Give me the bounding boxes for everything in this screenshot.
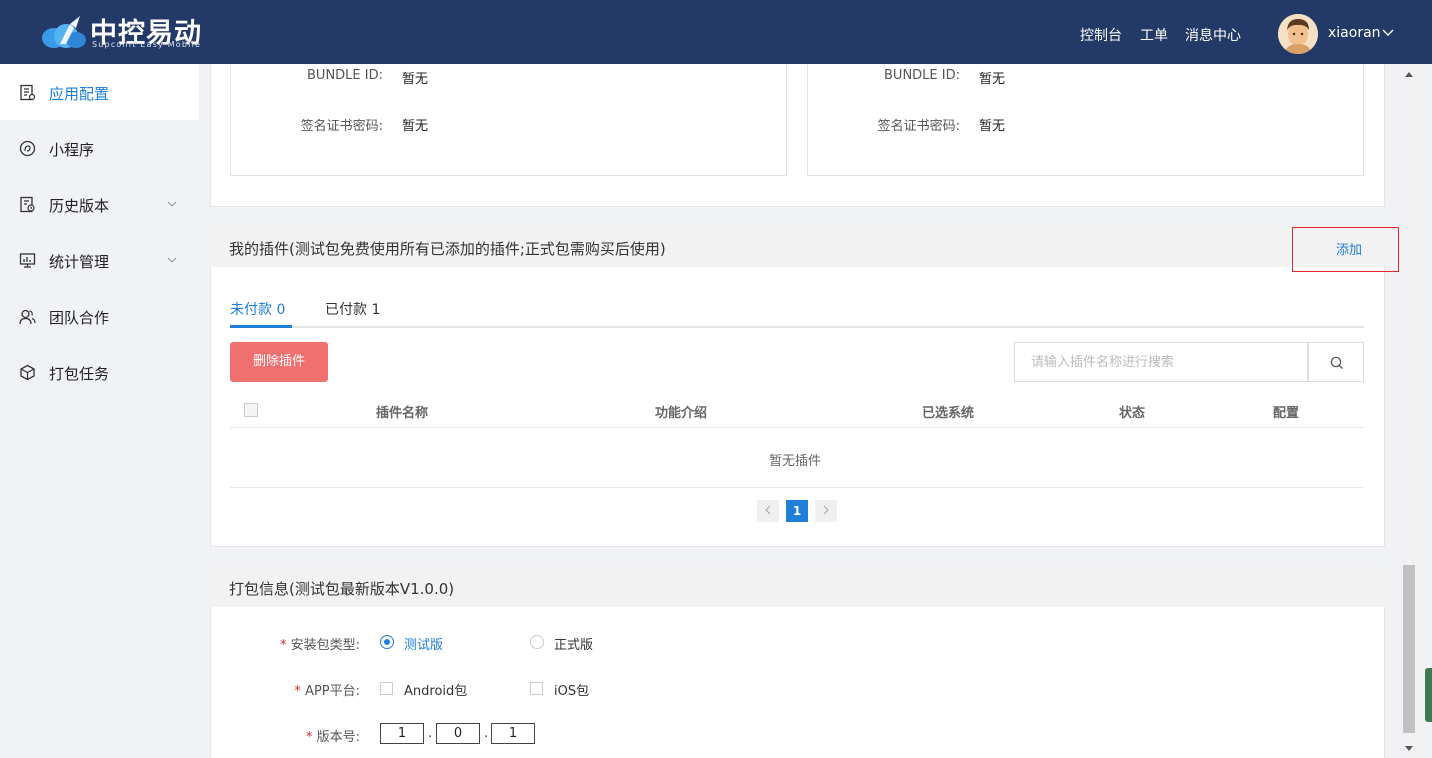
nav-messages-link[interactable]: 消息中心	[1185, 25, 1241, 45]
pagination-page-current[interactable]: 1	[786, 500, 808, 522]
scrollbar-thumb[interactable]	[1403, 565, 1415, 733]
checkbox-ios[interactable]	[530, 682, 543, 695]
tab-paid[interactable]: 已付款 1	[325, 299, 380, 319]
plugins-section	[210, 227, 1385, 547]
package-type-label: * 安装包类型:	[230, 634, 360, 653]
cert-password-label: 签名证书密码:	[300, 119, 383, 134]
plugin-search-input[interactable]	[1014, 342, 1308, 382]
compass-icon	[19, 140, 36, 157]
empty-state-text: 暂无插件	[769, 454, 822, 469]
sidebar-item-label: 团队合作	[49, 309, 110, 327]
column-header-systems[interactable]: 已选系统	[922, 402, 974, 421]
sidebar-item-label: 应用配置	[49, 85, 110, 103]
version-major-input[interactable]: 1	[380, 723, 424, 744]
checkbox-android[interactable]	[380, 682, 393, 695]
select-all-checkbox[interactable]	[244, 403, 258, 417]
top-header: 中控易动 Supconit Easy Mobile 控制台 工单 消息中心 xi…	[0, 0, 1432, 64]
version-patch-input[interactable]: 1	[491, 723, 535, 744]
sidebar-item-label: 打包任务	[49, 365, 110, 383]
pagination-prev-button[interactable]	[757, 500, 779, 522]
search-icon	[1330, 356, 1343, 369]
tab-divider	[230, 326, 1364, 328]
package-type-label-text: 安装包类型:	[290, 638, 360, 653]
sidebar-item-label: 历史版本	[49, 197, 110, 215]
required-mark: *	[279, 638, 287, 653]
column-header-description[interactable]: 功能介绍	[655, 402, 707, 421]
table-header-divider	[230, 427, 1364, 428]
sidebar-item-statistics[interactable]: 统计管理	[0, 232, 199, 288]
bundle-id-label: BUNDLE ID:	[884, 68, 960, 83]
team-icon	[19, 309, 36, 325]
radio-test-package-label[interactable]: 测试版	[404, 634, 443, 653]
chevron-down-icon[interactable]	[1382, 26, 1394, 38]
version-label: * 版本号:	[230, 726, 360, 745]
file-settings-icon	[20, 84, 36, 101]
active-tab-indicator	[230, 325, 292, 328]
checkbox-android-label[interactable]: Android包	[404, 680, 467, 699]
cert-password-value: 暂无	[402, 119, 429, 134]
bundle-id-value: 暂无	[402, 72, 429, 87]
required-mark: *	[305, 730, 313, 745]
version-label-text: 版本号:	[316, 730, 360, 745]
version-separator: .	[428, 726, 433, 741]
sidebar: 应用配置 小程序 历史版本 统计管理 团队合作 打包任务	[0, 64, 199, 758]
radio-test-package[interactable]	[380, 635, 394, 649]
platform-label-text: APP平台:	[305, 684, 360, 699]
package-icon	[20, 364, 35, 381]
chevron-down-icon	[167, 257, 177, 263]
user-avatar-icon	[1278, 14, 1318, 54]
scroll-up-arrow-icon[interactable]	[1405, 72, 1413, 77]
required-mark: *	[294, 684, 301, 699]
plugins-title: 我的插件(测试包免费使用所有已添加的插件;正式包需购买后使用)	[229, 240, 666, 258]
checkbox-ios-label[interactable]: iOS包	[554, 680, 589, 699]
version-separator: .	[484, 726, 489, 741]
scroll-down-arrow-icon[interactable]	[1405, 746, 1413, 751]
logo-subtitle: Supconit Easy Mobile	[92, 40, 202, 49]
sidebar-item-history[interactable]: 历史版本	[0, 176, 199, 232]
column-header-config[interactable]: 配置	[1273, 402, 1299, 421]
sidebar-item-app-config[interactable]: 应用配置	[0, 64, 199, 120]
chevron-down-icon	[167, 201, 177, 207]
cert-password-label: 签名证书密码:	[877, 119, 960, 134]
cert-password-value: 暂无	[979, 119, 1006, 134]
radio-release-package-label[interactable]: 正式版	[554, 634, 593, 653]
logo-cloud-icon	[42, 16, 86, 48]
column-header-name[interactable]: 插件名称	[376, 402, 428, 421]
platform-label: * APP平台:	[230, 680, 360, 699]
sidebar-item-mini-program[interactable]: 小程序	[0, 120, 199, 176]
plugins-header: 我的插件(测试包免费使用所有已添加的插件;正式包需购买后使用)	[210, 227, 1385, 267]
delete-plugin-button[interactable]: 删除插件	[230, 342, 328, 382]
edge-widget	[1425, 668, 1432, 722]
chevron-right-icon	[823, 505, 829, 515]
sidebar-item-label: 统计管理	[49, 253, 110, 271]
chevron-left-icon	[765, 505, 771, 515]
tab-unpaid[interactable]: 未付款 0	[230, 299, 285, 319]
search-button[interactable]	[1308, 342, 1364, 382]
radio-release-package[interactable]	[530, 635, 544, 649]
nav-console-link[interactable]: 控制台	[1080, 25, 1122, 45]
nav-ticket-link[interactable]: 工单	[1140, 25, 1168, 45]
build-header: 打包信息(测试包最新版本V1.0.0)	[210, 567, 1385, 607]
logo[interactable]: 中控易动 Supconit Easy Mobile	[40, 10, 210, 54]
bundle-id-value: 暂无	[979, 72, 1006, 87]
sidebar-item-package-tasks[interactable]: 打包任务	[0, 344, 199, 400]
version-minor-input[interactable]: 0	[436, 723, 480, 744]
bundle-id-label: BUNDLE ID:	[307, 68, 383, 83]
certificate-card-right: BUNDLE ID: 暂无 签名证书密码: 暂无	[807, 64, 1364, 176]
build-title: 打包信息(测试包最新版本V1.0.0)	[229, 580, 455, 598]
monitor-chart-icon	[19, 253, 36, 268]
add-plugin-button[interactable]: 添加	[1336, 239, 1362, 258]
avatar[interactable]	[1278, 14, 1318, 54]
sidebar-item-team[interactable]: 团队合作	[0, 288, 199, 344]
table-bottom-divider	[230, 487, 1364, 488]
history-file-icon	[20, 196, 35, 213]
certificate-card-left: BUNDLE ID: 暂无 签名证书密码: 暂无	[230, 64, 787, 176]
column-header-status[interactable]: 状态	[1119, 402, 1145, 421]
sidebar-item-label: 小程序	[49, 141, 95, 159]
username[interactable]: xiaoran	[1328, 25, 1381, 41]
pagination-next-button[interactable]	[815, 500, 837, 522]
